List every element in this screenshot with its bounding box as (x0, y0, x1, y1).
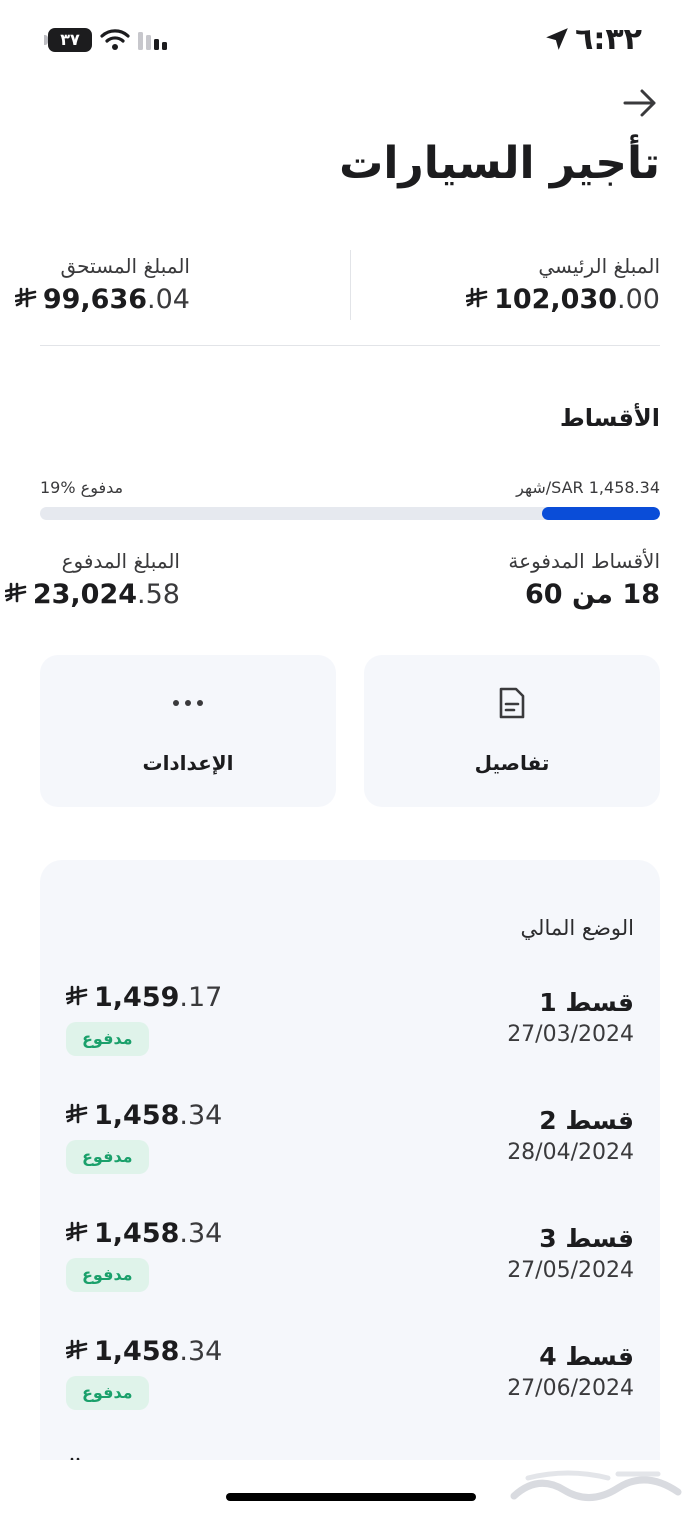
installment-amount-main: 1,459 (94, 982, 180, 1013)
arrow-right-icon[interactable] (622, 88, 658, 118)
principal-amount: المبلغ الرئيسي 102,030.00 (466, 254, 660, 315)
saudi-riyal-icon (466, 287, 488, 308)
paid-amount-label: المبلغ المدفوع (61, 549, 180, 573)
saudi-riyal-icon (66, 985, 88, 1006)
installment-date: 27/06/2024 (507, 1376, 634, 1401)
installment-row[interactable]: قسط 3 27/05/2024 1,458.34 مدفوع (40, 1218, 660, 1342)
summary-divider (350, 250, 351, 320)
status-time: ٦:٣٢ (575, 22, 642, 57)
due-amount-main: 99,636 (42, 284, 148, 315)
installment-amount: 1,458.34 (66, 1218, 222, 1249)
saudi-riyal-icon (66, 1103, 88, 1124)
cellular-signal-icon (138, 32, 167, 50)
installment-amount-decimals: .34 (179, 1100, 223, 1131)
paid-installments-count: الأقساط المدفوعة 18 من 60 (508, 549, 660, 610)
details-button[interactable]: تفاصيل (364, 655, 660, 807)
settings-button[interactable]: الإعدادات (40, 655, 336, 807)
installment-name: قسط 1 (539, 988, 634, 1017)
settings-button-label: الإعدادات (142, 751, 234, 775)
installment-date: 27/03/2024 (507, 1022, 634, 1047)
status-bar: ٦:٣٢ ٣٧ (0, 0, 700, 80)
due-amount-label: المبلغ المستحق (60, 254, 190, 278)
percent-paid: 19% مدفوع (40, 478, 124, 497)
paid-installments-label: الأقساط المدفوعة (508, 549, 660, 573)
principal-amount-decimals: .00 (617, 284, 660, 315)
more-dots-icon (173, 700, 203, 706)
wifi-icon (100, 29, 130, 50)
battery-tip (44, 35, 48, 45)
installment-amount-main: 1,458 (94, 1336, 180, 1367)
installment-amount: 1,458.34 (66, 1336, 222, 1367)
page-title: تأجير السيارات (339, 138, 660, 189)
installments-progress-fill (542, 507, 660, 520)
due-amount-value: 99,636.04 (14, 284, 190, 315)
installment-name: قسط 3 (539, 1224, 634, 1253)
status-badge: مدفوع (66, 1258, 149, 1292)
principal-amount-label: المبلغ الرئيسي (538, 254, 660, 278)
installment-amount: 1,458.34 (66, 1100, 222, 1131)
installments-title: الأقساط (559, 404, 660, 432)
battery-icon: ٣٧ (48, 28, 92, 52)
paid-installments-value: 18 من 60 (525, 579, 660, 610)
financial-status-title: الوضع المالي (520, 916, 634, 940)
installment-amount-main: 1,458 (94, 1100, 180, 1131)
section-divider (40, 345, 660, 346)
installment-amount-main: 1,458 (94, 1218, 180, 1249)
installment-name: قسط 4 (539, 1342, 634, 1371)
installment-row[interactable]: قسط 2 28/04/2024 1,458.34 مدفوع (40, 1100, 660, 1224)
paid-amount-value: 23,024.58 (4, 579, 180, 610)
principal-amount-main: 102,030 (494, 284, 618, 315)
installment-date: 28/04/2024 (507, 1140, 634, 1165)
installment-amount: 1,459.17 (66, 982, 222, 1013)
installment-amount-decimals: .34 (179, 1218, 223, 1249)
battery-level: ٣٧ (60, 30, 80, 49)
home-indicator[interactable] (226, 1493, 476, 1501)
paid-amount-decimals: .58 (137, 579, 180, 610)
document-icon (499, 687, 525, 719)
location-arrow-icon (546, 28, 568, 50)
due-amount: المبلغ المستحق 99,636.04 (14, 254, 190, 315)
paid-amount-main: 23,024 (32, 579, 138, 610)
details-button-label: تفاصيل (474, 751, 550, 775)
installment-row[interactable]: قسط 4 27/06/2024 1,458.34 مدفوع (40, 1336, 660, 1460)
saudi-riyal-icon (14, 287, 37, 308)
watermark-logo (510, 1470, 682, 1501)
principal-amount-value: 102,030.00 (466, 284, 660, 315)
saudi-riyal-icon (66, 1221, 88, 1242)
installment-name: قسط 2 (539, 1106, 634, 1135)
saudi-riyal-icon (66, 1339, 88, 1360)
saudi-riyal-icon (4, 582, 27, 603)
installments-progress-bar (40, 507, 660, 520)
status-badge: مدفوع (66, 1140, 149, 1174)
status-badge: مدفوع (66, 1376, 149, 1410)
due-amount-decimals: .04 (147, 284, 190, 315)
paid-amount: المبلغ المدفوع 23,024.58 (4, 549, 180, 610)
installment-amount-decimals: .17 (179, 982, 223, 1013)
financial-status-card: الوضع المالي قسط 1 27/03/2024 1,459.17 م… (40, 860, 660, 1480)
installment-amount-decimals: .34 (179, 1336, 223, 1367)
installment-row[interactable]: قسط 1 27/03/2024 1,459.17 مدفوع (40, 982, 660, 1106)
status-badge: مدفوع (66, 1022, 149, 1056)
installment-date: 27/05/2024 (507, 1258, 634, 1283)
monthly-payment: شهر/SAR 1,458.34 (516, 478, 660, 497)
